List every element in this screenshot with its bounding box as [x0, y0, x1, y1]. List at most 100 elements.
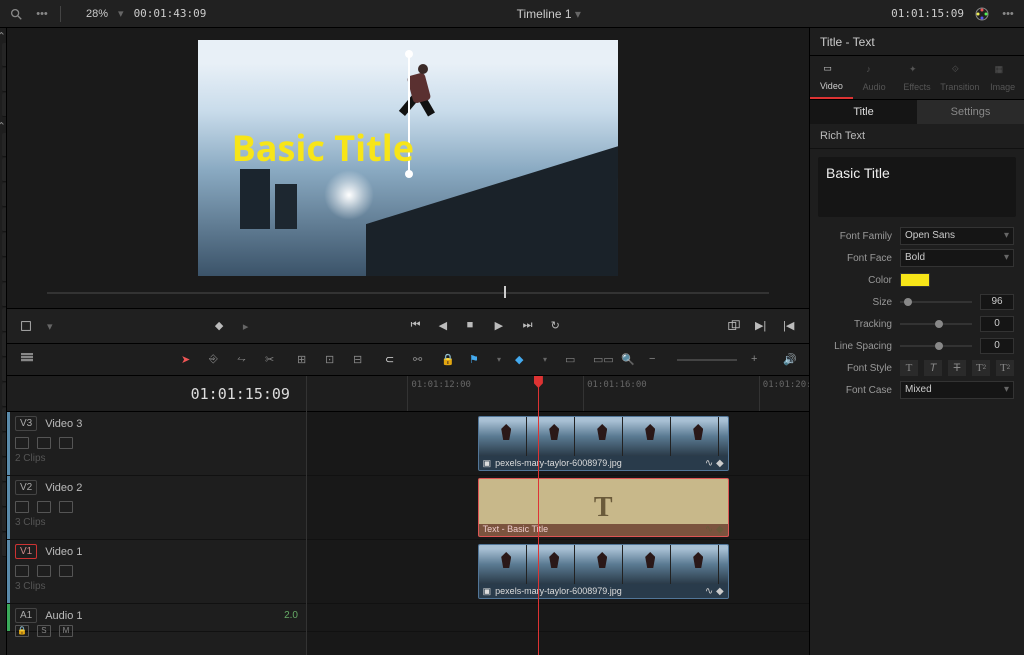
- lock-icon[interactable]: 🔒: [441, 353, 455, 367]
- timeline-title[interactable]: Timeline 1: [517, 7, 572, 21]
- subtab-title[interactable]: Title: [810, 100, 917, 124]
- more-icon[interactable]: •••: [34, 6, 50, 22]
- crop-icon[interactable]: [19, 319, 33, 333]
- prop-label: Color: [820, 275, 892, 286]
- tracking-slider[interactable]: [900, 323, 972, 325]
- clip-fx-icon[interactable]: ∿ ◆: [705, 458, 724, 469]
- auto-select-icon[interactable]: [37, 501, 51, 513]
- size-value[interactable]: 96: [980, 294, 1014, 310]
- last-frame-icon[interactable]: |◀: [783, 319, 797, 333]
- zoom-icon[interactable]: 🔍: [621, 353, 635, 367]
- arrow-tool-icon[interactable]: ➤: [181, 353, 195, 367]
- full-extent-icon[interactable]: ▭▭: [593, 353, 607, 367]
- zoom-in-icon[interactable]: +: [751, 353, 765, 367]
- next-frame-icon[interactable]: ⏭: [523, 319, 537, 333]
- track-v3[interactable]: ▣pexels-mary-taylor-6008979.jpg ∿ ◆: [307, 412, 809, 476]
- volume-icon[interactable]: 🔊: [783, 353, 797, 367]
- lock-icon[interactable]: [15, 437, 29, 449]
- track-header[interactable]: V1Video 13 Clips: [7, 540, 306, 604]
- blade-tool-icon[interactable]: ✂: [265, 353, 279, 367]
- collapse-icon[interactable]: ⌃: [0, 28, 7, 42]
- trim-tool-icon[interactable]: ⎆: [209, 353, 223, 367]
- replace-icon[interactable]: ⊟: [353, 353, 367, 367]
- track-tag[interactable]: V3: [15, 416, 37, 431]
- dynamic-trim-icon[interactable]: ⥊: [237, 353, 251, 367]
- size-slider[interactable]: [900, 301, 972, 303]
- solo-icon[interactable]: S: [37, 625, 51, 637]
- track-a1[interactable]: [307, 604, 809, 632]
- play-icon[interactable]: ▶: [495, 319, 509, 333]
- lock-icon[interactable]: 🔒: [15, 625, 29, 637]
- stop-icon[interactable]: ■: [467, 319, 481, 333]
- timeline-tracks[interactable]: 01:01:12:0001:01:16:0001:01:20:00 ▣pexel…: [307, 376, 809, 655]
- thumbnail-icon[interactable]: [59, 565, 73, 577]
- lock-icon[interactable]: [15, 501, 29, 513]
- style-italic-button[interactable]: T: [924, 360, 942, 376]
- track-header[interactable]: V2Video 23 Clips: [7, 476, 306, 540]
- playhead[interactable]: [538, 376, 539, 655]
- track-v2[interactable]: T Text - Basic Title ∿ ◆: [307, 476, 809, 540]
- line-spacing-slider[interactable]: [900, 345, 972, 347]
- timeline-timecode: 01:01:15:09: [7, 376, 306, 412]
- style-subscript-button[interactable]: T2: [996, 360, 1014, 376]
- font-face-select[interactable]: Bold▾: [900, 249, 1014, 267]
- inspector-tab-audio[interactable]: ♪Audio: [853, 56, 896, 99]
- title-overlay[interactable]: Basic Title: [232, 123, 414, 172]
- inspector-tab-effects[interactable]: ✦Effects: [896, 56, 939, 99]
- link-icon[interactable]: ⚯: [413, 353, 427, 367]
- clip-fx-icon[interactable]: ∿ ◆: [705, 524, 724, 535]
- timeline-ruler[interactable]: 01:01:12:0001:01:16:0001:01:20:00: [307, 376, 809, 412]
- font-case-select[interactable]: Mixed▾: [900, 381, 1014, 399]
- text-input[interactable]: Basic Title: [818, 157, 1016, 217]
- more-icon[interactable]: •••: [1000, 6, 1016, 22]
- clip-video[interactable]: ▣pexels-mary-taylor-6008979.jpg ∿ ◆: [478, 544, 729, 599]
- font-family-select[interactable]: Open Sans▾: [900, 227, 1014, 245]
- viewer-scrubber[interactable]: [7, 284, 809, 300]
- thumbnail-icon[interactable]: [59, 501, 73, 513]
- auto-select-icon[interactable]: [37, 437, 51, 449]
- style-normal-button[interactable]: T: [900, 360, 918, 376]
- insert-icon[interactable]: ⊞: [297, 353, 311, 367]
- lock-icon[interactable]: [15, 565, 29, 577]
- line-spacing-value[interactable]: 0: [980, 338, 1014, 354]
- search-icon[interactable]: [8, 6, 24, 22]
- snap-icon[interactable]: ⊂: [385, 353, 399, 367]
- zoom-out-icon[interactable]: −: [649, 353, 663, 367]
- viewer-canvas[interactable]: Basic Title: [198, 40, 618, 276]
- clip-video[interactable]: ▣pexels-mary-taylor-6008979.jpg ∿ ◆: [478, 416, 729, 471]
- inspector-tab-video[interactable]: ▭Video: [810, 56, 853, 99]
- zoom-slider[interactable]: [677, 359, 737, 361]
- collapse-icon[interactable]: ⌃: [0, 118, 7, 132]
- subtab-settings[interactable]: Settings: [917, 100, 1024, 124]
- color-swatch[interactable]: [900, 273, 930, 287]
- inspector-tab-transition[interactable]: ⟐Transition: [938, 56, 981, 99]
- prev-marker-icon[interactable]: ◆: [215, 319, 229, 333]
- track-header[interactable]: V3Video 32 Clips: [7, 412, 306, 476]
- track-v1[interactable]: ▣pexels-mary-taylor-6008979.jpg ∿ ◆: [307, 540, 809, 604]
- track-tag[interactable]: A1: [15, 608, 37, 623]
- style-underline-button[interactable]: T: [948, 360, 966, 376]
- match-frame-icon[interactable]: [727, 319, 741, 333]
- inspector-tab-image[interactable]: ▦Image: [981, 56, 1024, 99]
- marker-icon[interactable]: ◆: [515, 353, 529, 367]
- prev-frame-icon[interactable]: ◀: [439, 319, 453, 333]
- zoom-preset-icon[interactable]: ▭: [565, 353, 579, 367]
- overwrite-icon[interactable]: ⊡: [325, 353, 339, 367]
- track-header[interactable]: A1Audio 12.0🔒SM: [7, 604, 306, 632]
- loop-icon[interactable]: ↻: [551, 319, 565, 333]
- next-edit-icon[interactable]: ▶|: [755, 319, 769, 333]
- thumbnail-icon[interactable]: [59, 437, 73, 449]
- auto-select-icon[interactable]: [37, 565, 51, 577]
- track-tag[interactable]: V1: [15, 544, 37, 559]
- zoom-level[interactable]: 28%: [86, 8, 108, 20]
- clip-title[interactable]: T Text - Basic Title ∿ ◆: [478, 478, 729, 537]
- timeline-view-icon[interactable]: [19, 353, 33, 367]
- flag-icon[interactable]: ⚑: [469, 353, 483, 367]
- color-icon[interactable]: [974, 6, 990, 22]
- clip-fx-icon[interactable]: ∿ ◆: [705, 586, 724, 597]
- tracking-value[interactable]: 0: [980, 316, 1014, 332]
- first-frame-icon[interactable]: ⏮: [411, 319, 425, 333]
- style-superscript-button[interactable]: T2: [972, 360, 990, 376]
- track-tag[interactable]: V2: [15, 480, 37, 495]
- mute-icon[interactable]: M: [59, 625, 73, 637]
